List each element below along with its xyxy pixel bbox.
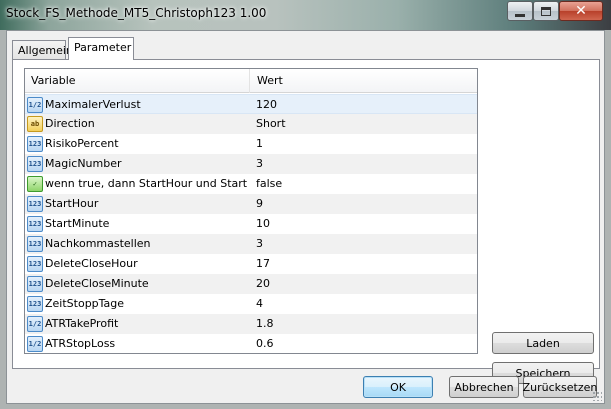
parameter-name: Nachkommastellen: [45, 237, 151, 250]
parameter-name: Direction: [45, 117, 95, 130]
integer-icon: 123: [27, 136, 43, 152]
integer-icon: 123: [27, 236, 43, 252]
parameter-value[interactable]: 1.8: [256, 317, 274, 330]
integer-icon: 123: [27, 256, 43, 272]
parameter-value[interactable]: 1: [256, 137, 263, 150]
window-title: Stock_FS_Methode_MT5_Christoph123 1.00: [6, 6, 267, 20]
string-icon: ab: [27, 116, 43, 132]
integer-icon: 123: [27, 296, 43, 312]
parameter-row[interactable]: 123 DeleteCloseMinute 20: [25, 274, 477, 294]
parameter-value[interactable]: 17: [256, 257, 270, 270]
double-icon: 1/2: [27, 336, 43, 352]
parameter-value[interactable]: Short: [256, 117, 286, 130]
parameter-value[interactable]: 10: [256, 217, 270, 230]
load-button[interactable]: Laden: [492, 332, 594, 354]
parameter-name: DeleteCloseHour: [45, 257, 138, 270]
column-header-value[interactable]: Wert: [257, 74, 283, 87]
parameter-name: ATRTakeProfit: [45, 317, 119, 330]
column-divider[interactable]: [249, 69, 250, 93]
ok-button[interactable]: OK: [363, 376, 433, 398]
parameter-value[interactable]: false: [256, 177, 282, 190]
cancel-button[interactable]: Abbrechen: [449, 376, 519, 398]
integer-icon: 123: [27, 216, 43, 232]
parameter-value[interactable]: 20: [256, 277, 270, 290]
parameter-name: RisikoPercent: [45, 137, 119, 150]
close-icon: ✕: [575, 3, 587, 19]
parameter-value[interactable]: 3: [256, 237, 263, 250]
minimize-icon: [515, 13, 525, 17]
column-header-variable[interactable]: Variable: [31, 74, 76, 87]
tab-label: Allgemein: [18, 44, 73, 57]
parameter-row[interactable]: 1/2 ATRStopLoss 0.6: [25, 334, 477, 354]
parameter-grid: Variable Wert 1/2 MaximalerVerlust 120 ab Di…: [24, 68, 478, 354]
parameter-name: MagicNumber: [45, 157, 122, 170]
parameter-value[interactable]: 9: [256, 197, 263, 210]
tab-label: Parameter: [74, 41, 132, 54]
parameter-row[interactable]: 1/2 ATRTakeProfit 1.8: [25, 314, 477, 334]
parameter-row[interactable]: ab Direction Short: [25, 114, 477, 134]
parameter-name: ZeitStoppTage: [45, 297, 125, 310]
dialog-client-area: Allgemein Parameter Variable Wert 1/2 Max…: [6, 30, 605, 404]
close-button[interactable]: ✕: [559, 1, 603, 21]
minimize-button[interactable]: [507, 1, 533, 21]
grid-header: Variable Wert: [25, 69, 477, 93]
parameter-row[interactable]: ✓wenn true, dann StartHour und StartMi..…: [25, 174, 477, 194]
title-bar[interactable]: Stock_FS_Methode_MT5_Christoph123 1.00 ✕: [0, 0, 611, 30]
parameter-name: ATRStopLoss: [45, 337, 116, 350]
parameter-value[interactable]: 4: [256, 297, 263, 310]
parameter-row[interactable]: 123 RisikoPercent 1: [25, 134, 477, 154]
double-icon: 1/2: [27, 316, 43, 332]
double-icon: 1/2: [27, 97, 43, 113]
parameter-panel: Variable Wert 1/2 MaximalerVerlust 120 ab Di…: [12, 59, 600, 384]
parameter-name: MaximalerVerlust: [45, 98, 141, 111]
parameter-row[interactable]: 123 StartMinute 10: [25, 214, 477, 234]
parameter-name: wenn true, dann StartHour und StartMi...: [45, 177, 247, 190]
tab-parameter[interactable]: Parameter: [68, 37, 134, 60]
parameter-name: StartMinute: [45, 217, 110, 230]
maximize-icon: [541, 6, 551, 16]
maximize-button[interactable]: [533, 1, 559, 21]
parameter-value[interactable]: 3: [256, 157, 263, 170]
parameter-value[interactable]: 0.6: [256, 337, 274, 350]
parameter-row[interactable]: 123 MagicNumber 3: [25, 154, 477, 174]
parameter-name: StartHour: [45, 197, 99, 210]
integer-icon: 123: [27, 276, 43, 292]
resize-grip[interactable]: [592, 391, 602, 401]
parameter-row[interactable]: 123 DeleteCloseHour 17: [25, 254, 477, 274]
parameter-row[interactable]: 123 ZeitStoppTage 4: [25, 294, 477, 314]
dialog-window: Stock_FS_Methode_MT5_Christoph123 1.00 ✕…: [0, 0, 611, 409]
parameter-value[interactable]: 120: [256, 98, 277, 111]
bool-icon: ✓: [27, 176, 43, 192]
parameter-name: DeleteCloseMinute: [45, 277, 149, 290]
parameter-row[interactable]: 123 Nachkommastellen 3: [25, 234, 477, 254]
tab-allgemein[interactable]: Allgemein: [12, 40, 73, 59]
parameter-row[interactable]: 1/2 MaximalerVerlust 120: [25, 94, 477, 114]
integer-icon: 123: [27, 156, 43, 172]
parameter-row[interactable]: 123 StartHour 9: [25, 194, 477, 214]
integer-icon: 123: [27, 196, 43, 212]
reset-button[interactable]: Zurücksetzen: [523, 376, 597, 398]
